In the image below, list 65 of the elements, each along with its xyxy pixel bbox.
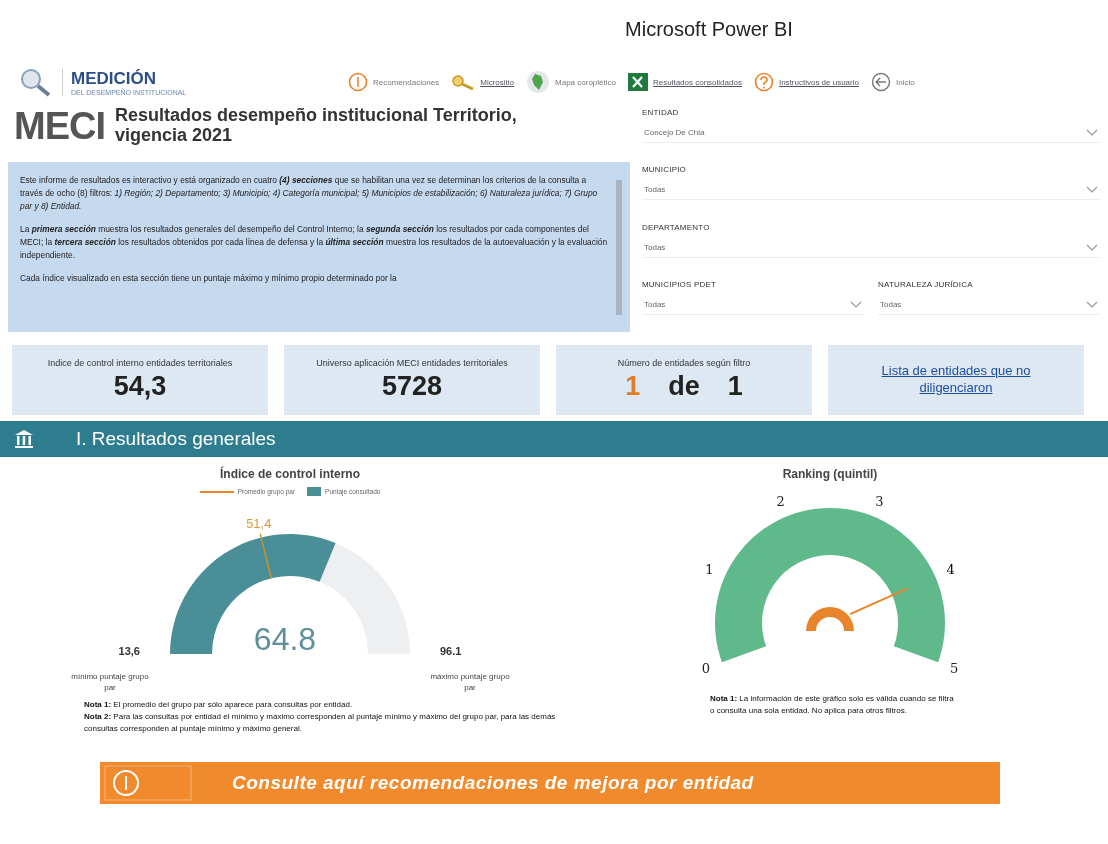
gauge-tick-label: 4 [946, 562, 955, 578]
kpi-label: Número de entidades según filtro [616, 358, 752, 368]
marker-value: 51,4 [246, 515, 272, 531]
magnifier-icon[interactable] [451, 74, 476, 90]
chevron-down-icon[interactable] [850, 300, 862, 308]
gauge-tick-label: 1 [705, 562, 714, 578]
chart-note: Nota 1: El promedio del grupo par sólo aparece para consultas por entidad. [84, 699, 354, 711]
kpi-total: 1 [727, 370, 743, 402]
filter-dropdown[interactable]: Todas [642, 180, 1100, 201]
chart-note: Nota 2: Para las consultas por entidad el mínimo y máximo corresponden al puntaje mínimo y máximo del grupo par, para las demás consultas corresponden al puntaje mínimo y máximo general. [84, 710, 557, 735]
nav-link[interactable]: Inicio [895, 77, 915, 87]
filter-label: MUNICIPIO [642, 165, 688, 175]
kpi-label: Indice de control interno entidades territoriales [46, 358, 234, 368]
nav-link[interactable]: Resultados consolidados [652, 77, 742, 87]
chevron-down-icon[interactable] [1086, 186, 1098, 194]
entities-list-link[interactable]: Lista de entidades que no diligenciaron [876, 363, 1036, 397]
gauge-tick-label: 5 [949, 661, 959, 677]
filter-dropdown[interactable]: Todas [642, 237, 1100, 258]
filter-label: DEPARTAMENTO [642, 222, 711, 232]
chart-note: Nota 1: La información de este gráfico solo es válida cuando se filtra o consulta una sola entidad. No aplica para otros filtros. [710, 693, 955, 717]
nav-link[interactable]: Micrositio [480, 77, 515, 87]
magnifier-icon [18, 67, 52, 97]
filter-dropdown[interactable]: Concejo De Chia [642, 123, 1100, 143]
needle-hub [806, 607, 854, 631]
brand-title: MECI [14, 104, 105, 148]
filter-label: MUNICIPIOS PDET [642, 279, 718, 289]
logo-title: MEDICIÓN [71, 68, 157, 88]
gauge-min-value: 13,6 [118, 645, 140, 657]
chart-title: Índice de control interno [220, 467, 360, 481]
building-icon [14, 430, 34, 448]
kpi-connector: de [668, 370, 700, 402]
window-title: Microsoft Power BI [624, 17, 794, 42]
gauge-tick-label: 3 [875, 493, 884, 509]
intro-paragraph: La primera sección muestra los resultados generales del desempeño del Control Interno; la segunda sección los resultados por cada componentes del MECI; la tercera sección los resultados obtenidos por cada línea de defensa y la última sección muestra los resultados de la autoevaluación y la evaluación independiente. [20, 223, 608, 263]
kpi-label: Universo aplicación MECI entidades territoriales [315, 358, 509, 368]
gauge-max-value: 96.1 [440, 645, 462, 657]
intro-paragraph: Cada índice visualizado en esta sección tiene un puntaje máximo y mínimo propio determinado por la [20, 272, 398, 286]
nav-link[interactable]: Recomendaciones [373, 77, 440, 87]
gauge-tick-label: 0 [701, 661, 711, 677]
scrollbar[interactable] [616, 180, 622, 315]
map-icon[interactable] [526, 70, 551, 94]
report-title: Resultados desempeño institucional Territorio, vigencia 2021 [115, 106, 518, 146]
nav-link[interactable]: Mapa coroplético [555, 77, 616, 87]
spreadsheet-icon[interactable] [627, 72, 648, 92]
chart-title: Ranking (quintil) [782, 467, 878, 481]
chevron-down-icon[interactable] [1086, 300, 1098, 308]
section-title: I. Resultados generales [76, 428, 276, 450]
gauge-value: 64.8 [253, 621, 317, 657]
gauge-caption: mínimo puntaje grupo par [70, 671, 150, 694]
gauge-caption: máximo puntaje grupo par [430, 671, 510, 694]
help-icon[interactable] [753, 72, 774, 92]
info-icon[interactable] [348, 72, 368, 92]
kpi-value: 54,3 [113, 370, 167, 402]
info-icon[interactable] [104, 765, 192, 801]
chevron-down-icon[interactable] [1086, 243, 1098, 251]
filter-dropdown[interactable]: Todas [878, 294, 1100, 315]
filter-dropdown[interactable]: Todas [642, 294, 864, 315]
gauge-tick-label: 2 [776, 493, 785, 509]
intro-paragraph: Este informe de resultados es interactivo y está organizado en cuatro (4) secciones que se habilitan una vez se determinan los criterios de la consulta a través de ocho (8) filtros: 1) Región; 2) Departamento; 3) Municipio; 4) Categoría municipal; 5) Municipios de estabilización; 6) Naturaleza jurídica; 7) Grupo par y 8) Entidad. [20, 174, 599, 214]
filter-label: NATURALEZA JURÍDICA [878, 279, 974, 289]
nav-link[interactable]: Instructivos de usuario [778, 77, 859, 87]
kpi-value: 5728 [381, 370, 443, 402]
chevron-down-icon[interactable] [1086, 129, 1098, 136]
filter-label: ENTIDAD [642, 108, 680, 117]
kpi-value: 1 [625, 370, 641, 402]
